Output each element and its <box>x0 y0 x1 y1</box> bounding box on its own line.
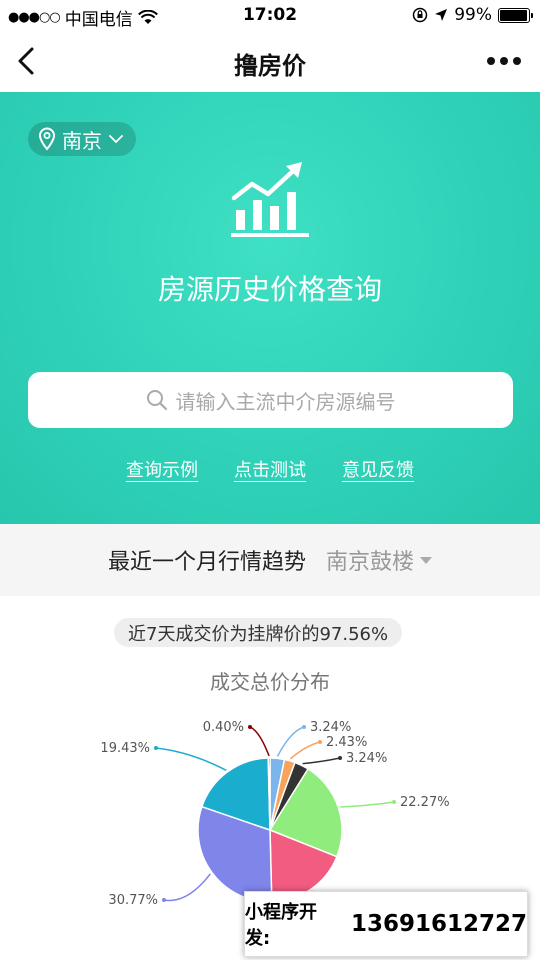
city-label: 南京 <box>62 128 102 153</box>
pie-data-label: 19.43% <box>100 741 150 756</box>
hero-title: 房源历史价格查询 <box>157 273 382 306</box>
pie-leader-line <box>163 873 211 902</box>
pie-data-label: 22.27% <box>400 795 450 810</box>
district-selector[interactable]: 南京鼓楼 <box>326 544 433 576</box>
pie-leader-line <box>340 801 395 808</box>
pie-leader-line <box>155 747 227 772</box>
caret-down-icon <box>420 556 433 564</box>
pie-label-dot <box>154 746 158 750</box>
pie-leader-line <box>302 757 341 765</box>
test-link[interactable]: 点击测试 <box>234 456 306 482</box>
pie-label-dot <box>162 898 166 902</box>
chevron-down-icon <box>109 135 123 144</box>
search-icon <box>146 390 167 411</box>
page-title: 撸房价 <box>234 52 306 80</box>
watermark-value: 13691612727 <box>350 911 527 937</box>
battery-percent: 99% <box>454 5 492 25</box>
more-icon[interactable] <box>484 48 524 74</box>
pie-data-label: 3.24% <box>346 751 387 766</box>
deal-ratio-badge: 近7天成交价为挂牌价的97.56% <box>114 618 403 647</box>
pie-data-label: 0.40% <box>203 720 244 735</box>
trend-label: 最近一个月行情趋势 <box>107 550 306 575</box>
status-bar: ●●●○○ 中国电信 17:02 99% <box>0 0 540 30</box>
hero-section: 南京 房源历史价格查询 请输入主流中介房源编号 查询示例 点击测试 意见反馈 <box>0 92 540 524</box>
feedback-link[interactable]: 意见反馈 <box>342 456 414 482</box>
pie-label-dot <box>302 725 306 729</box>
rotation-lock-icon <box>412 7 428 23</box>
nav-bar: 撸房价 <box>0 30 540 92</box>
pie-leader-line <box>249 726 270 757</box>
chart-title: 成交总价分布 <box>210 670 330 694</box>
watermark-key: 小程序开发: <box>245 902 317 949</box>
search-placeholder: 请输入主流中介房源编号 <box>175 389 396 414</box>
location-pin-icon <box>38 127 56 151</box>
pie-label-dot <box>338 756 342 760</box>
city-selector[interactable]: 南京 <box>28 122 136 156</box>
pie-data-label: 3.24% <box>310 720 351 735</box>
trend-header: 最近一个月行情趋势 南京鼓楼 <box>0 524 540 596</box>
battery-icon <box>498 7 533 23</box>
search-input[interactable]: 请输入主流中介房源编号 <box>28 372 513 428</box>
pie-label-dot <box>248 725 252 729</box>
pie-data-label: 2.43% <box>326 735 367 750</box>
trend-chart-icon <box>231 162 309 237</box>
hero-links: 查询示例 点击测试 意见反馈 <box>0 456 540 482</box>
pie-label-dot <box>392 800 396 804</box>
watermark-banner: 小程序开发: 13691612727 <box>244 891 528 957</box>
pie-label-dot <box>318 740 322 744</box>
pie-leader-line <box>289 741 321 760</box>
example-link[interactable]: 查询示例 <box>126 456 198 482</box>
pie-data-label: 30.77% <box>108 893 158 908</box>
location-arrow-icon <box>435 9 448 21</box>
district-label: 南京鼓楼 <box>326 550 415 575</box>
